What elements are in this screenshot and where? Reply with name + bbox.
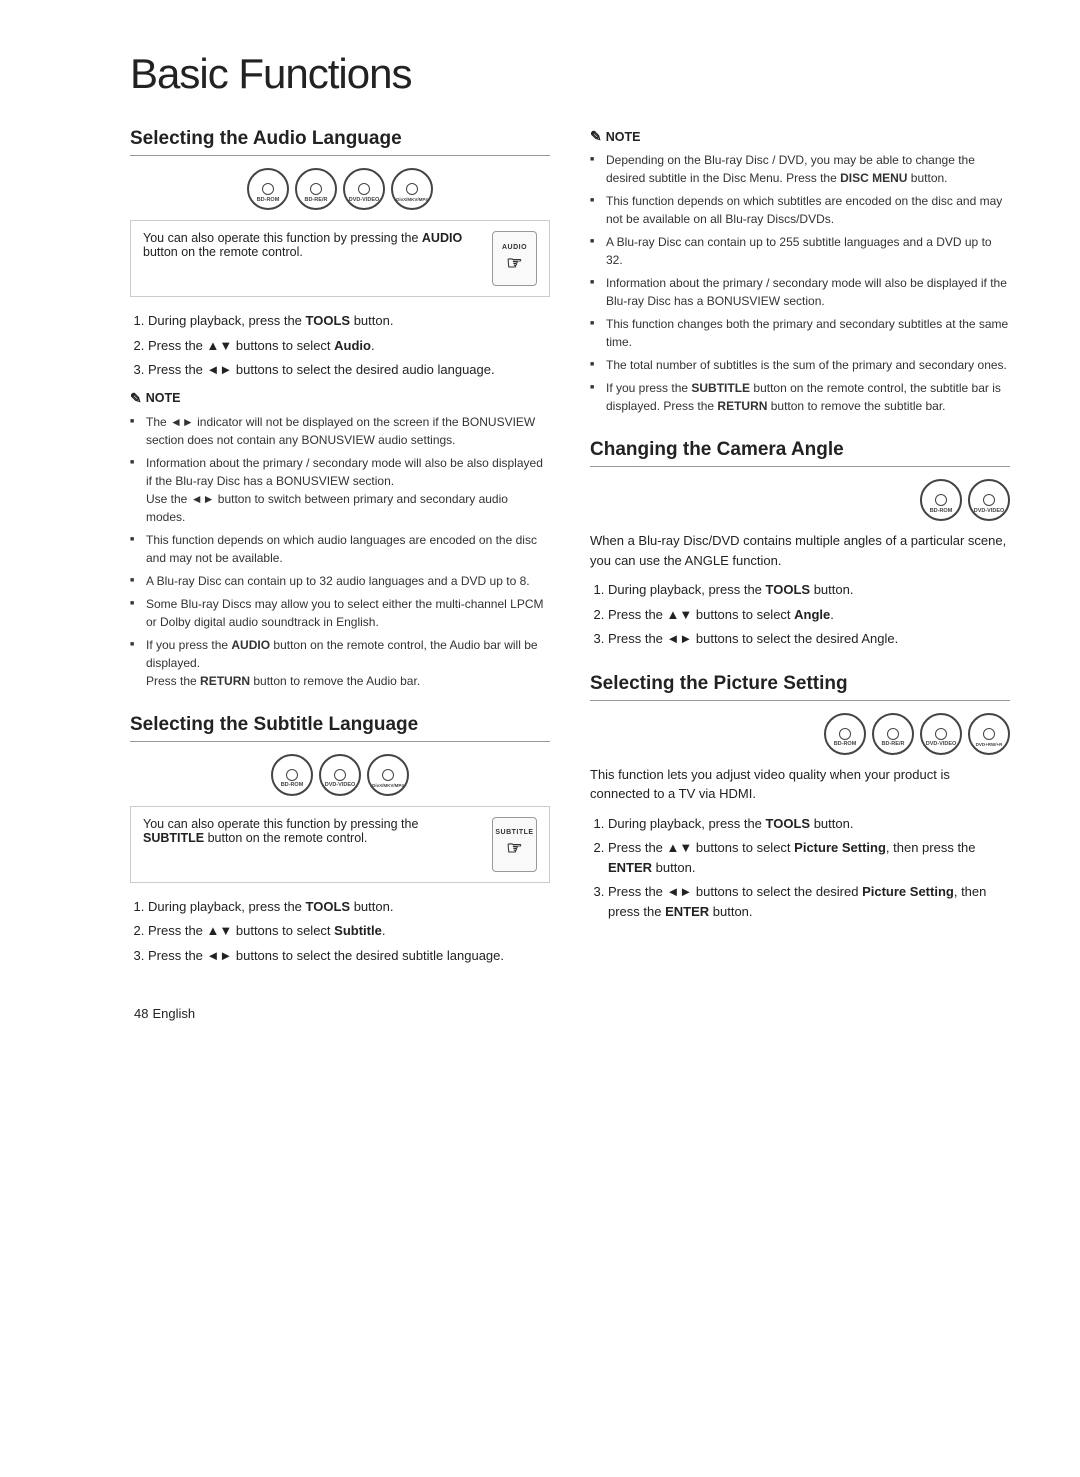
audio-note-title: ✎ NOTE: [130, 390, 550, 407]
camera-intro: When a Blu-ray Disc/DVD contains multipl…: [590, 531, 1010, 570]
audio-info-text: You can also operate this function by pr…: [143, 231, 482, 259]
subtitle-steps: During playback, press the TOOLS button.…: [130, 897, 550, 966]
picture-step-2: Press the ▲▼ buttons to select Picture S…: [608, 838, 1010, 877]
disc-dvd-video-cam: DVD-VIDEO: [968, 479, 1010, 521]
audio-step-1: During playback, press the TOOLS button.: [148, 311, 550, 331]
disc-bd-re-pic: BD-RE/R: [872, 713, 914, 755]
audio-note-item: This function depends on which audio lan…: [130, 531, 550, 567]
picture-intro: This function lets you adjust video qual…: [590, 765, 1010, 804]
subtitle-note-item: Information about the primary / secondar…: [590, 274, 1010, 310]
camera-step-2: Press the ▲▼ buttons to select Angle.: [608, 605, 1010, 625]
subtitle-note-title: ✎ NOTE: [590, 128, 1010, 145]
subtitle-note-item: This function changes both the primary a…: [590, 315, 1010, 351]
disc-bd-rom-cam: BD-ROM: [920, 479, 962, 521]
audio-disc-icons: BD-ROM BD-RE/R DVD-VIDEO DivX/MKV/MP4: [130, 168, 550, 210]
subtitle-info-box: You can also operate this function by pr…: [130, 806, 550, 883]
page-language: English: [152, 1006, 195, 1021]
audio-note-item: Information about the primary / secondar…: [130, 454, 550, 526]
subtitle-info-text: You can also operate this function by pr…: [143, 817, 482, 845]
camera-section-title: Changing the Camera Angle: [590, 439, 1010, 467]
picture-section-title: Selecting the Picture Setting: [590, 673, 1010, 701]
subtitle-step-2: Press the ▲▼ buttons to select Subtitle.: [148, 921, 550, 941]
audio-note: ✎ NOTE The ◄► indicator will not be disp…: [130, 390, 550, 690]
audio-section: Selecting the Audio Language BD-ROM BD-R…: [130, 128, 550, 690]
audio-info-box: You can also operate this function by pr…: [130, 220, 550, 297]
page-title: Basic Functions: [130, 50, 1010, 98]
subtitle-right-note: ✎ NOTE Depending on the Blu-ray Disc / D…: [590, 128, 1010, 415]
camera-section: Changing the Camera Angle BD-ROM DVD-VID…: [590, 439, 1010, 649]
subtitle-note-list: Depending on the Blu-ray Disc / DVD, you…: [590, 151, 1010, 415]
subtitle-step-3: Press the ◄► buttons to select the desir…: [148, 946, 550, 966]
disc-bd-rom-sub: BD-ROM: [271, 754, 313, 796]
audio-remote-button: AUDIO ☞: [492, 231, 537, 286]
disc-dvdrw-pic: DVD+RW/+R: [968, 713, 1010, 755]
camera-step-3: Press the ◄► buttons to select the desir…: [608, 629, 1010, 649]
right-column: ✎ NOTE Depending on the Blu-ray Disc / D…: [590, 128, 1010, 975]
audio-step-3: Press the ◄► buttons to select the desir…: [148, 360, 550, 380]
subtitle-note-item: Depending on the Blu-ray Disc / DVD, you…: [590, 151, 1010, 187]
audio-step-2: Press the ▲▼ buttons to select Audio.: [148, 336, 550, 356]
audio-note-item: The ◄► indicator will not be displayed o…: [130, 413, 550, 449]
disc-bd-re: BD-RE/R: [295, 168, 337, 210]
disc-divx-sub: DivX/MKV/MP4: [367, 754, 409, 796]
disc-bd-rom: BD-ROM: [247, 168, 289, 210]
subtitle-disc-icons: BD-ROM DVD-VIDEO DivX/MKV/MP4: [130, 754, 550, 796]
subtitle-note-item: This function depends on which subtitles…: [590, 192, 1010, 228]
audio-section-title: Selecting the Audio Language: [130, 128, 550, 156]
audio-note-list: The ◄► indicator will not be displayed o…: [130, 413, 550, 690]
disc-dvd-video: DVD-VIDEO: [343, 168, 385, 210]
audio-steps: During playback, press the TOOLS button.…: [130, 311, 550, 380]
subtitle-step-1: During playback, press the TOOLS button.: [148, 897, 550, 917]
subtitle-note-item: If you press the SUBTITLE button on the …: [590, 379, 1010, 415]
camera-disc-icons: BD-ROM DVD-VIDEO: [590, 479, 1010, 521]
audio-note-item: Some Blu-ray Discs may allow you to sele…: [130, 595, 550, 631]
audio-note-item: A Blu-ray Disc can contain up to 32 audi…: [130, 572, 550, 590]
disc-bd-rom-pic: BD-ROM: [824, 713, 866, 755]
disc-divx: DivX/MKV/MP4: [391, 168, 433, 210]
disc-dvd-video-sub: DVD-VIDEO: [319, 754, 361, 796]
camera-steps: During playback, press the TOOLS button.…: [590, 580, 1010, 649]
picture-steps: During playback, press the TOOLS button.…: [590, 814, 1010, 922]
subtitle-remote-button: SUBTITLE ☞: [492, 817, 537, 872]
disc-dvd-video-pic: DVD-VIDEO: [920, 713, 962, 755]
subtitle-section: Selecting the Subtitle Language BD-ROM D…: [130, 714, 550, 966]
camera-step-1: During playback, press the TOOLS button.: [608, 580, 1010, 600]
picture-step-3: Press the ◄► buttons to select the desir…: [608, 882, 1010, 921]
subtitle-note-item: The total number of subtitles is the sum…: [590, 356, 1010, 374]
subtitle-section-title: Selecting the Subtitle Language: [130, 714, 550, 742]
picture-disc-icons: BD-ROM BD-RE/R DVD-VIDEO DVD+RW/+R: [590, 713, 1010, 755]
picture-step-1: During playback, press the TOOLS button.: [608, 814, 1010, 834]
audio-note-item: If you press the AUDIO button on the rem…: [130, 636, 550, 690]
subtitle-note-item: A Blu-ray Disc can contain up to 255 sub…: [590, 233, 1010, 269]
page-number: 48English: [130, 1005, 1010, 1022]
picture-section: Selecting the Picture Setting BD-ROM BD-…: [590, 673, 1010, 922]
left-column: Selecting the Audio Language BD-ROM BD-R…: [130, 128, 550, 975]
